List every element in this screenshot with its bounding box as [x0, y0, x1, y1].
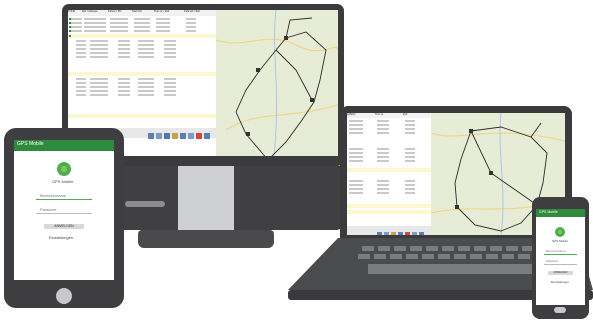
monitor-logo-slot	[125, 201, 165, 207]
phone-logo-caption: GPS Mobile	[552, 239, 569, 243]
phone-device: GPS Mobile GPS Mobile Benutzername Passw…	[532, 197, 589, 319]
phone-settings-link[interactable]: Einstellungen	[551, 280, 569, 284]
laptop-toolbar	[347, 226, 431, 235]
tablet-home-button[interactable]	[56, 288, 72, 304]
tablet-username-underline	[36, 199, 92, 200]
phone-app-title: GPS Mobile	[539, 210, 558, 214]
desktop-map[interactable]	[215, 10, 338, 156]
phone-login-button[interactable]: ANMELDEN	[548, 271, 573, 275]
tablet-screen: GPS Mobile GPS Mobile Benutzername Passw…	[14, 140, 114, 280]
header-driver[interactable]: Fahrer / Kfz	[108, 10, 132, 13]
tablet-logo-caption: GPS Mobile	[52, 179, 74, 184]
phone-logo-inner	[558, 230, 562, 234]
tablet-device: GPS Mobile GPS Mobile Benutzername Passw…	[4, 128, 124, 308]
phone-screen: GPS Mobile GPS Mobile Benutzername Passw…	[536, 209, 585, 305]
header-address[interactable]: Ziel / Adresse	[82, 10, 108, 13]
phone-app-bar: GPS Mobile	[536, 209, 585, 217]
header-start[interactable]: Start Ort	[132, 10, 154, 13]
laptop-table-body	[347, 118, 431, 226]
phone-username-underline	[544, 254, 577, 255]
tablet-login-button[interactable]: ANMELDEN	[44, 224, 84, 229]
tablet-app-logo	[57, 162, 71, 176]
laptop-header-departure[interactable]: Abfahrt	[347, 113, 375, 116]
laptop-header-time[interactable]: Zeit	[403, 113, 427, 116]
header-drive-time[interactable]: Fahrzeit / Zeit	[184, 10, 212, 13]
phone-password-field[interactable]: Passwort	[546, 259, 558, 263]
laptop-header-tour[interactable]: Tour-nr.	[375, 113, 403, 116]
laptop-table-rows	[347, 120, 431, 214]
header-tour-time[interactable]: Tour-nr. / Zeit	[154, 10, 184, 13]
tablet-logo-inner	[61, 166, 67, 172]
monitor-stand-base	[138, 230, 274, 248]
monitor-stand-neck	[178, 166, 234, 232]
tablet-app-title: GPS Mobile	[17, 141, 44, 147]
tablet-password-field[interactable]: Passwort	[40, 207, 56, 212]
desktop-route-map[interactable]	[215, 10, 338, 156]
phone-password-underline	[544, 264, 577, 265]
tablet-settings-link[interactable]: Einstellungen	[49, 235, 73, 240]
desktop-table-rows	[68, 18, 216, 118]
laptop-toolbar-icons	[377, 232, 424, 235]
phone-home-button[interactable]	[554, 307, 566, 313]
phone-app-logo	[555, 227, 565, 237]
header-tour[interactable]: TOUR	[68, 10, 82, 13]
phone-username-field[interactable]: Benutzername	[546, 249, 566, 253]
tablet-password-underline	[36, 213, 92, 214]
tablet-username-field[interactable]: Benutzername	[40, 193, 66, 198]
desktop-table-body	[68, 16, 216, 128]
tablet-app-bar: GPS Mobile	[14, 140, 114, 151]
